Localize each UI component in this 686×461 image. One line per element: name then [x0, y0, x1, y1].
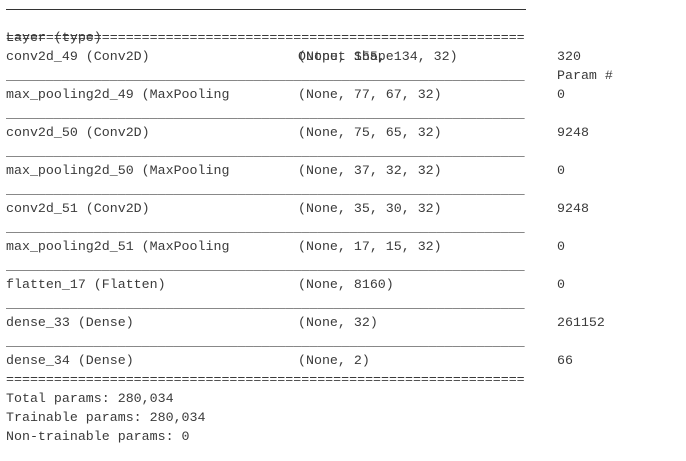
layer-name: dense_33 (Dense): [6, 315, 134, 330]
param-count: 0: [557, 87, 565, 102]
model-summary: Layer (type) Output Shape Param # ======…: [6, 9, 678, 446]
layer-row: max_pooling2d_50 (MaxPooling (None, 37, 3…: [6, 161, 678, 180]
header-param-count: Param #: [557, 68, 613, 83]
layer-table: conv2d_49 (Conv2D) (None, 155, 134, 32) 32…: [6, 47, 678, 370]
row-divider: ________________________________________…: [6, 258, 525, 273]
header-row: Layer (type) Output Shape Param #: [6, 9, 678, 83]
param-count: 0: [557, 277, 565, 292]
param-count: 66: [557, 353, 573, 368]
layer-name: conv2d_50 (Conv2D): [6, 125, 150, 140]
total-params: Total params: 280,034: [6, 391, 174, 406]
non-trainable-params: Non-trainable params: 0: [6, 429, 190, 444]
layer-name: max_pooling2d_50 (MaxPooling: [6, 163, 230, 178]
param-count: 320: [557, 49, 581, 64]
layer-name: conv2d_49 (Conv2D): [6, 49, 150, 64]
output-shape: (None, 8160): [298, 277, 394, 292]
output-shape: (None, 17, 15, 32): [298, 239, 442, 254]
header-divider: ========================================…: [6, 30, 525, 45]
row-divider: ________________________________________…: [6, 106, 525, 121]
layer-name: flatten_17 (Flatten): [6, 277, 166, 292]
layer-row: conv2d_50 (Conv2D) (None, 75, 65, 32) 9248: [6, 123, 678, 142]
layer-row: dense_34 (Dense) (None, 2) 66: [6, 351, 678, 370]
layer-row: conv2d_49 (Conv2D) (None, 155, 134, 32) 32…: [6, 47, 678, 66]
output-shape: (None, 77, 67, 32): [298, 87, 442, 102]
param-count: 0: [557, 239, 565, 254]
layer-row: max_pooling2d_49 (MaxPooling (None, 77, 6…: [6, 85, 678, 104]
layer-row: flatten_17 (Flatten) (None, 8160) 0: [6, 275, 678, 294]
param-count: 9248: [557, 201, 589, 216]
row-divider: ________________________________________…: [6, 144, 525, 159]
output-shape: (None, 2): [298, 353, 370, 368]
output-shape: (None, 155, 134, 32): [298, 49, 458, 64]
output-shape: (None, 37, 32, 32): [298, 163, 442, 178]
row-divider: ________________________________________…: [6, 182, 525, 197]
layer-name: max_pooling2d_51 (MaxPooling: [6, 239, 230, 254]
param-count: 0: [557, 163, 565, 178]
totals-divider: ========================================…: [6, 372, 525, 387]
layer-name: max_pooling2d_49 (MaxPooling: [6, 87, 230, 102]
layer-row: conv2d_51 (Conv2D) (None, 35, 30, 32) 9248: [6, 199, 678, 218]
header-layer: Layer (type): [6, 30, 102, 45]
output-shape: (None, 35, 30, 32): [298, 201, 442, 216]
layer-row: dense_33 (Dense) (None, 32) 261152: [6, 313, 678, 332]
output-shape: (None, 32): [298, 315, 378, 330]
param-count: 261152: [557, 315, 605, 330]
row-divider: ________________________________________…: [6, 220, 525, 235]
layer-name: conv2d_51 (Conv2D): [6, 201, 150, 216]
layer-row: max_pooling2d_51 (MaxPooling (None, 17, 1…: [6, 237, 678, 256]
trainable-params: Trainable params: 280,034: [6, 410, 206, 425]
totals-section: Total params: 280,034 Trainable params: …: [6, 389, 678, 446]
layer-name: dense_34 (Dense): [6, 353, 134, 368]
output-shape: (None, 75, 65, 32): [298, 125, 442, 140]
param-count: 9248: [557, 125, 589, 140]
row-divider: ________________________________________…: [6, 334, 525, 349]
row-divider: ________________________________________…: [6, 296, 525, 311]
